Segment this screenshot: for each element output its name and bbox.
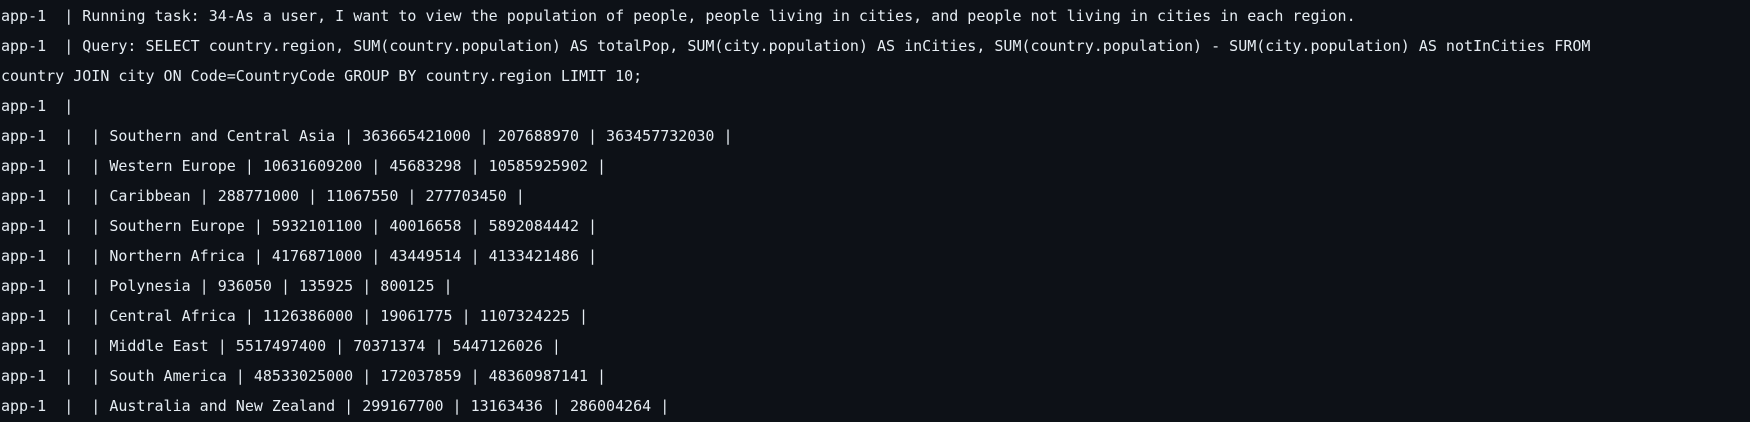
log-line-result: app-1 | | Southern Europe | 5932101100 |… [1,217,598,235]
log-line-result: app-1 | | South America | 48533025000 | … [1,367,607,385]
log-line-result: app-1 | | Australia and New Zealand | 29… [1,397,670,415]
log-line-result: app-1 | | Central Africa | 1126386000 | … [1,307,588,325]
log-line-task: app-1 | Running task: 34-As a user, I wa… [1,7,1356,25]
log-line-blank: app-1 | [1,97,74,115]
log-line-result: app-1 | | Caribbean | 288771000 | 110675… [1,187,525,205]
log-line-result: app-1 | | Western Europe | 10631609200 |… [1,157,607,175]
log-line-result: app-1 | | Middle East | 5517497400 | 703… [1,337,561,355]
log-line-result: app-1 | | Southern and Central Asia | 36… [1,127,733,145]
log-line-query: app-1 | Query: SELECT country.region, SU… [1,37,1591,55]
log-line-query-continued: country JOIN city ON Code=CountryCode GR… [1,67,643,85]
log-line-result: app-1 | | Northern Africa | 4176871000 |… [1,247,598,265]
terminal-output[interactable]: app-1 | Running task: 34-As a user, I wa… [0,0,1750,422]
log-line-result: app-1 | | Polynesia | 936050 | 135925 | … [1,277,453,295]
